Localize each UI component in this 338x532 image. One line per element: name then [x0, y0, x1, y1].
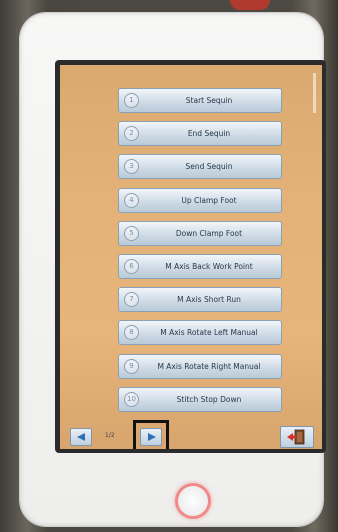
page-indicator: 1/2	[105, 432, 115, 439]
touch-screen: 1 Start Sequin 2 End Sequin 3 Send Sequi…	[60, 65, 322, 449]
menu-item-label: M Axis Rotate Left Manual	[160, 328, 258, 338]
menu-item-number: 8	[124, 325, 139, 341]
menu-item-stitch-stop-down[interactable]: 10 Stitch Stop Down	[118, 386, 282, 412]
exit-button[interactable]	[280, 426, 314, 448]
menu-item-label: Start Sequin	[185, 96, 233, 105]
menu-item-number: 7	[124, 292, 139, 308]
exit-door-icon	[287, 429, 305, 445]
menu-item-number: 2	[124, 126, 139, 142]
menu-item-label: M Axis Back Work Point	[165, 261, 253, 271]
menu-item-label: Down Clamp Foot	[175, 228, 243, 238]
menu-item-number: 1	[124, 93, 139, 108]
menu-item-number: 3	[124, 159, 139, 175]
menu-item-number: 10	[124, 391, 139, 407]
menu-item-label: M Axis Rotate Right Manual	[157, 361, 261, 371]
arrow-left-icon	[77, 433, 85, 441]
menu-item-end-sequin[interactable]: 2 End Sequin	[118, 121, 282, 147]
red-indicator-light	[230, 0, 270, 10]
menu-item-label: M Axis Short Run	[177, 295, 241, 305]
next-button-highlight-frame	[133, 420, 169, 449]
menu-item-m-axis-short-run[interactable]: 7 M Axis Short Run	[118, 287, 282, 313]
menu-item-label: End Sequin	[187, 129, 231, 139]
menu-item-number: 4	[124, 192, 139, 208]
menu-item-label: Up Clamp Foot	[181, 195, 237, 205]
previous-page-button[interactable]	[70, 428, 92, 446]
menu-item-number: 6	[124, 258, 139, 274]
screen-glare	[313, 73, 316, 113]
menu-item-m-axis-rotate-left-manual[interactable]: 8 M Axis Rotate Left Manual	[118, 320, 282, 346]
menu-item-down-clamp-foot[interactable]: 5 Down Clamp Foot	[118, 220, 282, 246]
menu-item-label: Stitch Stop Down	[176, 394, 242, 404]
menu-item-number: 9	[124, 358, 139, 374]
menu-item-number: 5	[124, 225, 139, 241]
menu-item-m-axis-rotate-right-manual[interactable]: 9 M Axis Rotate Right Manual	[118, 353, 282, 379]
menu-item-label: Send Sequin	[185, 162, 233, 172]
menu-item-start-sequin[interactable]: 1 Start Sequin	[118, 88, 282, 113]
device-body: 1 Start Sequin 2 End Sequin 3 Send Sequi…	[20, 13, 326, 526]
menu-item-send-sequin[interactable]: 3 Send Sequin	[118, 154, 282, 180]
function-menu: 1 Start Sequin 2 End Sequin 3 Send Sequi…	[118, 88, 282, 420]
home-button[interactable]	[175, 483, 211, 519]
menu-item-up-clamp-foot[interactable]: 4 Up Clamp Foot	[118, 187, 282, 213]
menu-item-m-axis-back-work-point[interactable]: 6 M Axis Back Work Point	[118, 253, 282, 279]
photo-background: 1 Start Sequin 2 End Sequin 3 Send Sequi…	[0, 0, 338, 532]
